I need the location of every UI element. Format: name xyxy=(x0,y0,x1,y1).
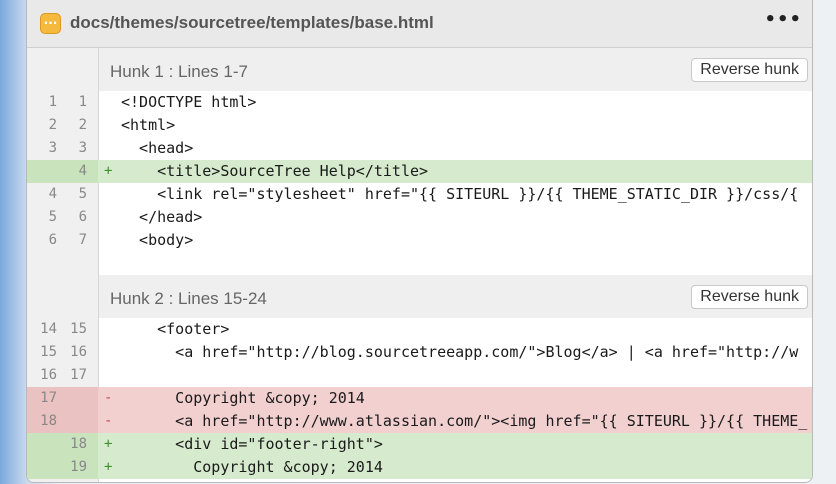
hunk-title: Hunk 2 : Lines 15-24 xyxy=(110,289,267,308)
hunk-title: Hunk 1 : Lines 1-7 xyxy=(110,62,248,81)
reverse-hunk-button[interactable]: Reverse hunk xyxy=(691,285,808,309)
code-text: <footer> xyxy=(121,320,230,338)
old-line-number: 17 xyxy=(40,390,57,406)
context-line[interactable]: 16 17 xyxy=(27,364,812,387)
old-line-number: 3 xyxy=(48,140,57,156)
new-line-number: 6 xyxy=(78,209,87,225)
new-line-number: 5 xyxy=(78,186,87,202)
change-sign: - xyxy=(104,413,113,429)
old-line-number: 14 xyxy=(40,321,57,337)
old-line-number: 1 xyxy=(48,94,57,110)
reverse-hunk-button[interactable]: Reverse hunk xyxy=(691,58,808,82)
change-sign: + xyxy=(104,436,113,452)
context-line[interactable]: 14 15 <footer> xyxy=(27,318,812,341)
file-path: docs/themes/sourcetree/templates/base.ht… xyxy=(70,13,434,32)
change-sign: - xyxy=(104,390,113,406)
context-line[interactable]: 3 3 <head> xyxy=(27,137,812,160)
old-line-number: 15 xyxy=(40,344,57,360)
old-line-number: 16 xyxy=(40,367,57,383)
change-sign: + xyxy=(104,459,113,475)
code-text: <body> xyxy=(121,231,194,249)
code-text: <div id="footer-right"> xyxy=(121,435,383,453)
old-line-number: 6 xyxy=(48,232,57,248)
hunk-gutter-spacer xyxy=(27,275,98,318)
code-text: <html> xyxy=(121,116,176,134)
old-line-number: 2 xyxy=(48,117,57,133)
new-line-number: 15 xyxy=(70,321,87,337)
old-line-number: 18 xyxy=(40,413,57,429)
context-line[interactable]: 5 6 </head> xyxy=(27,206,812,229)
context-line[interactable]: 2 2 <html> xyxy=(27,114,812,137)
added-line[interactable]: 4 + <title>SourceTree Help</title> xyxy=(27,160,812,183)
code-text: <!DOCTYPE html> xyxy=(121,93,257,111)
code-text: <title>SourceTree Help</title> xyxy=(121,162,429,180)
code-text: Copyright &copy; 2014 xyxy=(121,458,383,476)
ellipsis-file-icon: ··· xyxy=(40,13,61,34)
context-line[interactable]: 1 1 <!DOCTYPE html> xyxy=(27,91,812,114)
new-line-number: 3 xyxy=(78,140,87,156)
hunk-header-1: Hunk 1 : Lines 1-7 Reverse hunk xyxy=(99,48,812,91)
diff-window: ··· docs/themes/sourcetree/templates/bas… xyxy=(26,0,813,483)
code-text: </head> xyxy=(121,208,203,226)
new-line-number: 4 xyxy=(78,163,87,179)
change-sign: + xyxy=(104,163,113,179)
new-line-number: 18 xyxy=(70,436,87,452)
more-options-icon[interactable]: ••• xyxy=(764,9,802,30)
removed-line[interactable]: 17 - Copyright &copy; 2014 xyxy=(27,387,812,410)
code-text: <a href="http://blog.sourcetreeapp.com/"… xyxy=(121,343,799,361)
new-line-number: 16 xyxy=(70,344,87,360)
context-line[interactable]: 15 16 <a href="http://blog.sourcetreeapp.… xyxy=(27,341,812,364)
file-header: ··· docs/themes/sourcetree/templates/bas… xyxy=(27,0,812,48)
old-line-number: 5 xyxy=(48,209,57,225)
hunk-header-2: Hunk 2 : Lines 15-24 Reverse hunk xyxy=(99,275,812,318)
removed-line[interactable]: 18 - <a href="http://www.atlassian.com/">… xyxy=(27,410,812,433)
hunk-lines-2: 14 15 <footer> 15 16 <a href="http://blog.s… xyxy=(27,318,812,479)
code-text: Copyright &copy; 2014 xyxy=(121,389,365,407)
new-line-number: 17 xyxy=(70,367,87,383)
code-text: <link rel="stylesheet" href="{{ SITEURL … xyxy=(121,185,799,203)
new-line-number: 19 xyxy=(70,459,87,475)
context-line[interactable]: 6 7 <body> xyxy=(27,229,812,252)
new-line-number: 7 xyxy=(78,232,87,248)
added-line[interactable]: 19 + Copyright &copy; 2014 xyxy=(27,456,812,479)
old-line-number: 4 xyxy=(48,186,57,202)
new-line-number: 1 xyxy=(78,94,87,110)
code-text: <a href="http://www.atlassian.com/"><img… xyxy=(121,412,808,430)
code-text: <head> xyxy=(121,139,194,157)
new-line-number: 2 xyxy=(78,117,87,133)
hunk-gutter-spacer xyxy=(27,48,98,91)
added-line[interactable]: 18 + <div id="footer-right"> xyxy=(27,433,812,456)
context-line[interactable]: 4 5 <link rel="stylesheet" href="{{ SITEU… xyxy=(27,183,812,206)
hunk-lines-1: 1 1 <!DOCTYPE html> 2 2 <html> 3 3 <head> 4 + <ti… xyxy=(27,91,812,252)
